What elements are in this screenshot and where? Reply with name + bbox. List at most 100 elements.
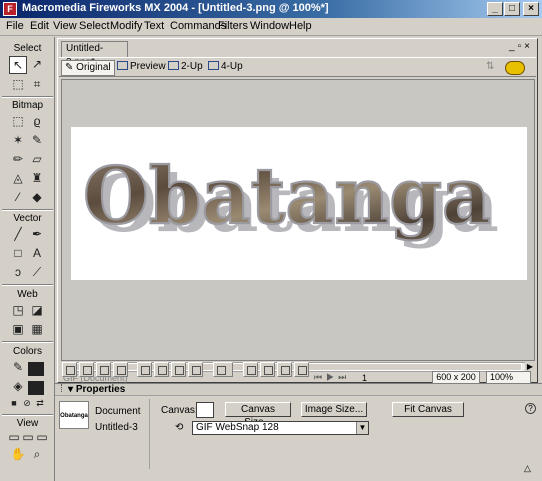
line-tool-icon[interactable]: ╱ bbox=[9, 226, 27, 244]
align-dropdown-button[interactable] bbox=[213, 362, 233, 377]
menu-text[interactable]: Text bbox=[144, 20, 164, 32]
canvas-label: Canvas: bbox=[161, 405, 198, 416]
menu-help[interactable]: Help bbox=[289, 20, 312, 32]
flip-vertical-button[interactable] bbox=[294, 362, 309, 377]
scale-tool-icon[interactable]: ⬚ bbox=[9, 76, 27, 94]
magic-wand-tool-icon[interactable]: ✶ bbox=[9, 132, 27, 150]
tools-section-select: Select bbox=[13, 43, 42, 54]
menu-window[interactable]: Window bbox=[250, 20, 289, 32]
eraser-tool-icon[interactable]: ▱ bbox=[28, 151, 46, 169]
freeform-tool-icon[interactable]: ↄ bbox=[9, 264, 27, 282]
zoom-tool-icon[interactable]: ⌕ bbox=[28, 446, 46, 464]
chevron-down-icon[interactable]: ▼ bbox=[356, 422, 368, 434]
tab-preview-label: Preview bbox=[130, 61, 166, 72]
fit-canvas-button[interactable]: Fit Canvas bbox=[392, 402, 464, 417]
properties-title: Properties bbox=[75, 384, 126, 395]
paint-bucket-tool-icon[interactable]: ◆ bbox=[28, 189, 46, 207]
full-screen-mode-icon[interactable]: ▭ bbox=[33, 429, 51, 447]
rubber-stamp-tool-icon[interactable]: ♜ bbox=[28, 170, 46, 188]
canvas-size-button[interactable]: Canvas Size... bbox=[225, 402, 291, 428]
fill-color-icon[interactable]: ◈ bbox=[9, 378, 27, 396]
ungroup-button[interactable] bbox=[79, 362, 94, 377]
close-button[interactable]: × bbox=[523, 2, 539, 16]
hotspot-tool-icon[interactable]: ◳ bbox=[9, 302, 27, 320]
quick-export-icon[interactable]: ⇅ bbox=[483, 60, 497, 76]
flip-horizontal-button[interactable] bbox=[277, 362, 292, 377]
frame-controls[interactable]: ⏮▶⏭ bbox=[314, 372, 350, 383]
panel-grip-icon[interactable] bbox=[61, 384, 64, 392]
document-tab[interactable]: Untitled-3.png* bbox=[61, 41, 128, 68]
rotate-ccw-button[interactable] bbox=[243, 362, 258, 377]
crop-tool-icon[interactable]: ⌗ bbox=[28, 76, 46, 94]
window-title: Macromedia Fireworks MX 2004 - [Untitled… bbox=[22, 2, 329, 14]
canvas-area[interactable]: Obatanga Obatanga bbox=[61, 79, 535, 361]
help-icon[interactable]: ? bbox=[525, 403, 536, 414]
tab-2-up[interactable]: 2-Up bbox=[165, 60, 206, 76]
minimize-button[interactable]: _ bbox=[487, 2, 503, 16]
optimize-settings-select[interactable]: GIF WebSnap 128 ▼ bbox=[192, 421, 369, 435]
two-up-icon bbox=[168, 61, 179, 70]
tools-panel: Select ↖ ↗ ⬚ ⌗ Bitmap ⬚ ϱ ✶ ✎ ✏ ▱ ◬ ♜ ⁄ … bbox=[0, 37, 55, 481]
tab-original[interactable]: ✎ Original bbox=[61, 60, 115, 76]
tab-4-up[interactable]: 4-Up bbox=[205, 60, 246, 76]
eyedropper-tool-icon[interactable]: ⁄ bbox=[9, 189, 27, 207]
subselection-tool-icon[interactable]: ↗ bbox=[28, 56, 46, 74]
canvas[interactable]: Obatanga Obatanga bbox=[71, 127, 527, 280]
tools-section-view: View bbox=[16, 418, 39, 429]
marquee-tool-icon[interactable]: ⬚ bbox=[9, 113, 27, 131]
knife-tool-icon[interactable]: ⟋ bbox=[28, 264, 46, 282]
menu-file[interactable]: File bbox=[6, 20, 24, 32]
send-backward-button[interactable] bbox=[171, 362, 186, 377]
title-bar: F Macromedia Fireworks MX 2004 - [Untitl… bbox=[0, 0, 542, 18]
image-size-button[interactable]: Image Size... bbox=[301, 402, 367, 417]
fill-color-swatch[interactable] bbox=[28, 381, 44, 395]
tab-preview[interactable]: Preview bbox=[114, 60, 169, 76]
pen-tool-icon[interactable]: ✒ bbox=[28, 226, 46, 244]
join-button[interactable] bbox=[96, 362, 111, 377]
menu-edit[interactable]: Edit bbox=[30, 20, 49, 32]
rotate-cw-button[interactable] bbox=[260, 362, 275, 377]
view-tabs-bar: ✎ Original Preview 2-Up 4-Up ⇅ bbox=[59, 57, 536, 77]
menu-select[interactable]: Select bbox=[79, 20, 110, 32]
menu-modify[interactable]: Modify bbox=[110, 20, 142, 32]
brush-tool-icon[interactable]: ✎ bbox=[28, 132, 46, 150]
slice-tool-icon[interactable]: ◪ bbox=[28, 302, 46, 320]
collapse-properties-icon[interactable]: △ bbox=[524, 463, 531, 474]
document-window: Untitled-3.png* _▫× ✎ Original Preview 2… bbox=[57, 38, 538, 384]
properties-divider bbox=[149, 399, 150, 469]
bring-to-front-button[interactable] bbox=[137, 362, 152, 377]
edit-in-app-icon[interactable] bbox=[505, 61, 525, 75]
fireworks-app-icon[interactable]: F bbox=[3, 2, 17, 16]
maximize-button[interactable]: □ bbox=[504, 2, 520, 16]
document-window-controls[interactable]: _▫× bbox=[509, 41, 533, 52]
stroke-color-swatch[interactable] bbox=[28, 362, 44, 376]
logo-text: Obatanga bbox=[83, 151, 491, 242]
pointer-tool-icon[interactable]: ↖ bbox=[9, 56, 27, 74]
tools-divider bbox=[2, 284, 53, 286]
tools-divider bbox=[2, 414, 53, 416]
properties-header[interactable]: ▾ Properties bbox=[55, 384, 542, 396]
text-tool-icon[interactable]: A bbox=[28, 245, 46, 263]
menu-view[interactable]: View bbox=[53, 20, 77, 32]
swap-colors-icon[interactable]: ⇄ bbox=[31, 395, 49, 413]
canvas-color-swatch[interactable] bbox=[196, 402, 214, 418]
menu-filters[interactable]: Filters bbox=[218, 20, 248, 32]
document-type-label: Document bbox=[95, 406, 141, 417]
tools-section-vector: Vector bbox=[13, 213, 42, 224]
show-slices-icon[interactable]: ▦ bbox=[28, 321, 46, 339]
bring-forward-button[interactable] bbox=[154, 362, 169, 377]
tools-divider bbox=[2, 96, 53, 98]
lasso-tool-icon[interactable]: ϱ bbox=[28, 113, 46, 131]
rectangle-tool-icon[interactable]: □ bbox=[9, 245, 27, 263]
group-button[interactable] bbox=[62, 362, 77, 377]
properties-panel: ▾ Properties Obatanga Document Untitled-… bbox=[55, 383, 542, 481]
pencil-icon: ✎ bbox=[65, 62, 74, 73]
hide-slices-icon[interactable]: ▣ bbox=[9, 321, 27, 339]
send-to-back-button[interactable] bbox=[188, 362, 203, 377]
blur-tool-icon[interactable]: ◬ bbox=[9, 170, 27, 188]
stroke-color-icon[interactable]: ✎ bbox=[9, 359, 27, 377]
obatanga-logo-text[interactable]: Obatanga Obatanga bbox=[79, 149, 499, 259]
pencil-tool-icon[interactable]: ✏ bbox=[9, 151, 27, 169]
hand-tool-icon[interactable]: ✋ bbox=[9, 446, 27, 464]
split-button[interactable] bbox=[113, 362, 128, 377]
